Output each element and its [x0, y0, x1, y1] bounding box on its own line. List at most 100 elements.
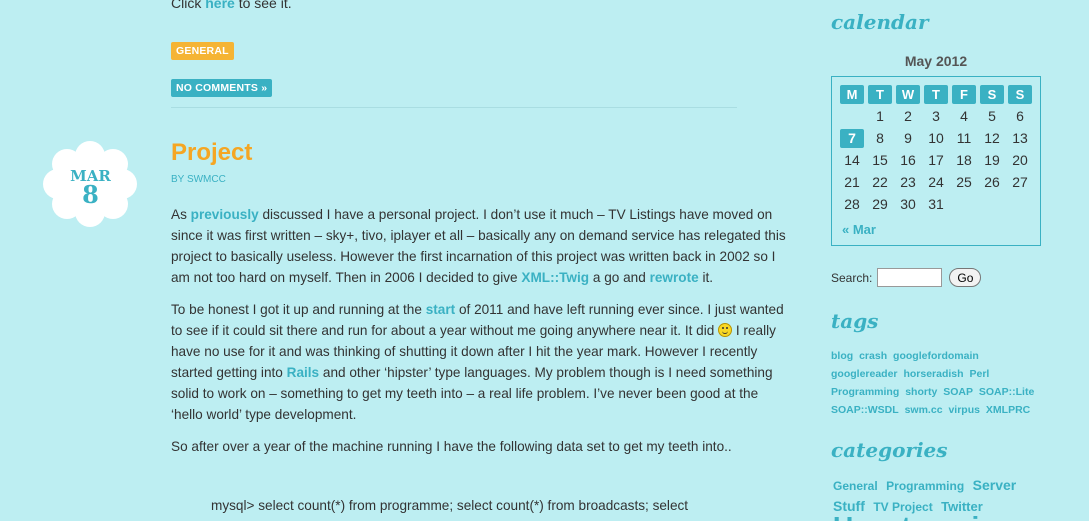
post-content: As previously discussed I have a persona…: [171, 204, 786, 468]
calendar-week-row: 14 15 16 17 18 19 20: [838, 149, 1040, 171]
here-link[interactable]: here: [205, 0, 235, 11]
weekday-header: T: [924, 84, 948, 104]
start-link[interactable]: start: [426, 302, 455, 317]
rails-link[interactable]: Rails: [287, 365, 320, 380]
calendar-day: 23: [900, 174, 916, 190]
weekday-header: M: [840, 84, 864, 104]
calendar-day: 20: [1012, 152, 1028, 168]
calendar-day: 17: [928, 152, 944, 168]
click-text: Click: [171, 0, 202, 11]
tag-link[interactable]: Programming: [831, 386, 899, 398]
calendar-week-row: 7 8 9 10 11 12 13: [838, 127, 1040, 149]
rewrote-link[interactable]: rewrote: [650, 270, 699, 285]
calendar-day: 1: [876, 108, 884, 124]
weekday-header: F: [952, 84, 976, 104]
xml-twig-link[interactable]: XML::Twig: [521, 270, 589, 285]
calendar-day: 24: [928, 174, 944, 190]
search-input[interactable]: [877, 268, 943, 287]
tag-link[interactable]: shorty: [905, 386, 937, 398]
tag-link[interactable]: blog: [831, 350, 853, 362]
tag-link[interactable]: crash: [859, 350, 887, 362]
calendar-prev-month-link[interactable]: « Mar: [842, 222, 876, 237]
calendar-today: 7: [840, 128, 864, 148]
calendar-day: 7: [838, 127, 866, 149]
calendar-day: 12: [984, 130, 1000, 146]
paragraph-2: To be honest I got it up and running at …: [171, 302, 784, 422]
weekday-header: T: [868, 84, 892, 104]
category-link[interactable]: Programming: [886, 479, 964, 493]
post-title-link[interactable]: Project: [171, 139, 252, 167]
calendar-week-row: 1 2 3 4 5 6: [838, 105, 1040, 127]
calendar-day: 21: [844, 174, 860, 190]
calendar-day: 25: [956, 174, 972, 190]
weekday-header: S: [980, 84, 1004, 104]
search-form: Search: Go: [831, 268, 982, 287]
calendar-day: 26: [984, 174, 1000, 190]
calendar-day: [1006, 193, 1034, 215]
tag-link[interactable]: googlefordomain: [893, 350, 979, 362]
tag-link[interactable]: swm.cc: [905, 404, 943, 416]
category-link[interactable]: General: [833, 479, 878, 493]
calendar-day: [838, 105, 866, 127]
calendar-day: 30: [900, 196, 916, 212]
smiley-icon: [718, 323, 733, 337]
calendar-heading: calendar: [831, 10, 929, 34]
calendar-day: 2: [904, 108, 912, 124]
weekday-header: W: [896, 84, 920, 104]
previous-post-tail: Click here to see it.: [171, 0, 292, 11]
calendar-day: 5: [988, 108, 996, 124]
calendar-day: 29: [872, 196, 888, 212]
tags-heading: tags: [831, 309, 879, 333]
calendar-weekday-row: M T W T F S S: [838, 83, 1040, 105]
calendar-day: 10: [928, 130, 944, 146]
calendar-day: [950, 193, 978, 215]
calendar-caption: May 2012: [904, 53, 968, 69]
calendar-day: 11: [956, 130, 972, 146]
previously-link[interactable]: previously: [191, 207, 259, 222]
calendar-week-row: 28 29 30 31: [838, 193, 1040, 215]
click-suffix-text: to see it.: [238, 0, 292, 11]
categories-heading: categories: [831, 438, 948, 462]
search-go-button[interactable]: Go: [949, 268, 982, 287]
paragraph-3: So after over a year of the machine runn…: [171, 439, 732, 454]
calendar-day: [978, 193, 1006, 215]
weekday-header: S: [1008, 84, 1032, 104]
category-cloud: General Programming Server Stuff TV Proj…: [833, 475, 1048, 521]
tag-cloud: blog crash googlefordomain googlereader …: [831, 347, 1046, 419]
calendar-day: 16: [900, 152, 916, 168]
calendar-day: 28: [844, 196, 860, 212]
category-link[interactable]: Uncategorize: [833, 511, 1009, 521]
calendar-day: 8: [876, 130, 884, 146]
code-snippet: mysql> select count(*) from programme; s…: [211, 498, 689, 513]
calendar-day: 13: [1012, 130, 1028, 146]
tag-link[interactable]: horseradish: [903, 368, 963, 380]
calendar-day: 4: [960, 108, 968, 124]
calendar-day: 22: [872, 174, 888, 190]
category-link[interactable]: Server: [973, 477, 1017, 493]
calendar-day: 3: [932, 108, 940, 124]
date-day: 8: [82, 180, 99, 209]
no-comments-button[interactable]: NO COMMENTS »: [171, 79, 273, 97]
calendar: M T W T F S S 1 2 3 4 5 6 7 8 9 10 11 12 13 14 15 16 17 1…: [831, 76, 1041, 246]
date-badge: MAR 8: [42, 140, 139, 228]
calendar-day: 14: [844, 152, 860, 168]
tag-link[interactable]: Perl: [969, 368, 989, 380]
tag-link[interactable]: virpus: [948, 404, 980, 416]
category-general-badge[interactable]: GENERAL: [171, 42, 234, 60]
tag-link[interactable]: SOAP::Lite: [979, 386, 1034, 398]
calendar-day: 27: [1012, 174, 1028, 190]
calendar-days: 1 2 3 4 5 6 7 8 9 10 11 12 13 14 15 16 17 18 19 20 21 22 23 24 2…: [838, 105, 1040, 215]
tag-link[interactable]: googlereader: [831, 368, 898, 380]
calendar-day: 9: [904, 130, 912, 146]
calendar-week-row: 21 22 23 24 25 26 27: [838, 171, 1040, 193]
calendar-day: 15: [872, 152, 888, 168]
calendar-day: 19: [984, 152, 1000, 168]
tag-link[interactable]: XMLPRC: [986, 404, 1030, 416]
calendar-day: 6: [1016, 108, 1024, 124]
calendar-day: 31: [928, 196, 944, 212]
tag-link[interactable]: SOAP: [943, 386, 973, 398]
calendar-day: 18: [956, 152, 972, 168]
search-label: Search:: [831, 270, 873, 285]
tag-link[interactable]: SOAP::WSDL: [831, 404, 899, 416]
paragraph-1: As previously discussed I have a persona…: [171, 207, 786, 285]
